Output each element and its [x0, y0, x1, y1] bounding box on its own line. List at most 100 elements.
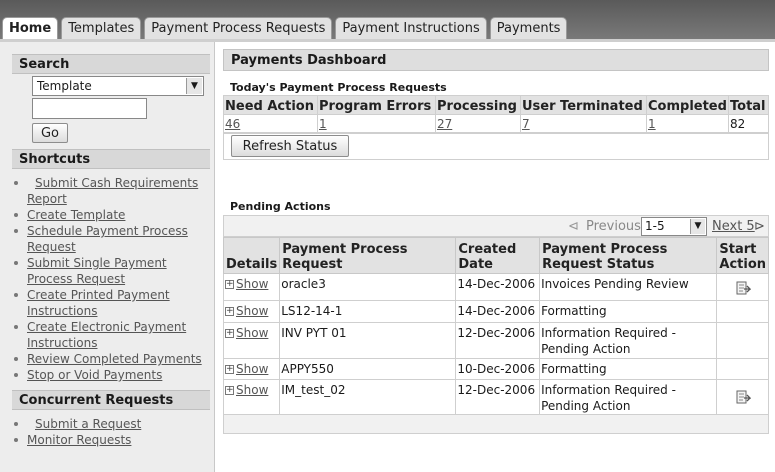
- shortcuts-list: Submit Cash Requirements Report Create T…: [12, 175, 212, 383]
- created-cell: 12-Dec-2006: [455, 379, 541, 416]
- start-action-icon[interactable]: [735, 389, 752, 405]
- start-action-cell: [716, 300, 769, 323]
- start-action-cell: [716, 273, 769, 301]
- summary-cell: 27: [435, 114, 521, 133]
- summary-header-row: Need Action Program Errors Processing Us…: [223, 95, 769, 115]
- total-count: 82: [728, 114, 769, 133]
- expand-icon[interactable]: +: [225, 280, 234, 289]
- tab-payments[interactable]: Payments: [489, 17, 568, 40]
- chevron-down-icon[interactable]: ▼: [690, 219, 705, 234]
- header-created-date: Created Date: [455, 237, 541, 274]
- list-item: Review Completed Payments: [12, 351, 212, 367]
- tab-payment-instructions[interactable]: Payment Instructions: [335, 17, 487, 40]
- search-type-value: Template: [37, 79, 92, 93]
- header-user-terminated: User Terminated: [520, 95, 647, 115]
- status-cell: Invoices Pending Review: [539, 273, 718, 301]
- start-action-cell: [716, 379, 769, 416]
- tab-payment-process-requests[interactable]: Payment Process Requests: [144, 17, 333, 40]
- status-cell: Formatting: [539, 358, 718, 380]
- header-program-errors: Program Errors: [317, 95, 436, 115]
- page-range-select[interactable]: 1-5 ▼: [641, 217, 707, 236]
- created-cell: 10-Dec-2006: [455, 358, 541, 380]
- monitor-requests-link[interactable]: Monitor Requests: [27, 433, 131, 447]
- user-terminated-count-link[interactable]: 7: [522, 117, 530, 131]
- header-details: Details: [222, 237, 281, 274]
- page-title: Payments Dashboard: [223, 49, 769, 71]
- status-cell: Information Required - Pending Action: [539, 379, 718, 416]
- shortcut-submit-single-payment-process-request[interactable]: Submit Single Payment Process Request: [27, 256, 167, 286]
- header-start-action: Start Action: [716, 237, 769, 274]
- list-item: Submit a Request: [12, 416, 212, 432]
- shortcut-review-completed-payments[interactable]: Review Completed Payments: [27, 352, 202, 366]
- show-link[interactable]: Show: [236, 362, 268, 376]
- todays-requests-heading: Today's Payment Process Requests: [230, 81, 447, 94]
- header-total: Total: [728, 95, 769, 115]
- chevron-down-icon[interactable]: ▼: [186, 78, 202, 94]
- start-action-icon[interactable]: [735, 280, 752, 296]
- shortcut-schedule-payment-process-request[interactable]: Schedule Payment Process Request: [27, 224, 188, 254]
- created-cell: 14-Dec-2006: [455, 273, 541, 301]
- expand-icon[interactable]: +: [225, 365, 234, 374]
- status-cell: Information Required - Pending Action: [539, 322, 718, 359]
- submit-request-link[interactable]: Submit a Request: [35, 417, 141, 431]
- summary-cell: 1: [317, 114, 436, 133]
- details-cell: + Show: [222, 273, 281, 301]
- list-item: Schedule Payment Process Request: [12, 223, 212, 255]
- table-row: + Show APPY550 10-Dec-2006 Formatting: [222, 358, 769, 380]
- details-cell: + Show: [222, 300, 281, 323]
- list-item: Submit Cash Requirements Report: [12, 175, 212, 207]
- need-action-count-link[interactable]: 46: [225, 117, 240, 131]
- request-cell: INV PYT 01: [279, 322, 457, 359]
- start-action-cell: [716, 322, 769, 359]
- search-input[interactable]: [32, 98, 147, 119]
- header-processing: Processing: [435, 95, 521, 115]
- details-cell: + Show: [222, 379, 281, 416]
- completed-count-link[interactable]: 1: [648, 117, 656, 131]
- show-link[interactable]: Show: [236, 304, 268, 318]
- table-row: + Show oracle3 14-Dec-2006 Invoices Pendi…: [222, 273, 769, 301]
- table-footer: [223, 414, 769, 434]
- expand-icon[interactable]: +: [225, 307, 234, 316]
- header-need-action: Need Action: [223, 95, 318, 115]
- list-item: Create Printed Payment Instructions: [12, 287, 212, 319]
- header-completed: Completed: [646, 95, 729, 115]
- next-page-link[interactable]: Next 5: [712, 219, 755, 234]
- shortcut-submit-cash-requirements-report[interactable]: Submit Cash Requirements Report: [27, 176, 198, 206]
- refresh-status-button[interactable]: Refresh Status: [231, 135, 349, 157]
- show-link[interactable]: Show: [236, 277, 268, 291]
- tab-templates[interactable]: Templates: [61, 17, 142, 40]
- pending-actions-heading: Pending Actions: [230, 200, 331, 213]
- list-item: Stop or Void Payments: [12, 367, 212, 383]
- concurrent-requests-heading: Concurrent Requests: [12, 390, 210, 410]
- header-request-status: Payment Process Request Status: [539, 237, 718, 274]
- request-cell: APPY550: [279, 358, 457, 380]
- expand-icon[interactable]: +: [225, 329, 234, 338]
- shortcut-create-printed-payment-instructions[interactable]: Create Printed Payment Instructions: [27, 288, 170, 318]
- summary-table: Need Action Program Errors Processing Us…: [223, 95, 769, 133]
- request-cell: oracle3: [279, 273, 457, 301]
- shortcut-stop-or-void-payments[interactable]: Stop or Void Payments: [27, 368, 162, 382]
- expand-icon[interactable]: +: [225, 386, 234, 395]
- processing-count-link[interactable]: 27: [437, 117, 452, 131]
- refresh-bar: Refresh Status: [223, 133, 769, 160]
- summary-cell: 1: [646, 114, 729, 133]
- table-row: + Show LS12-14-1 14-Dec-2006 Formatting: [222, 300, 769, 323]
- go-button[interactable]: Go: [32, 123, 68, 143]
- table-row: + Show IM_test_02 12-Dec-2006 Information…: [222, 379, 769, 416]
- show-link[interactable]: Show: [236, 383, 268, 397]
- details-cell: + Show: [222, 358, 281, 380]
- summary-cell: 46: [223, 114, 318, 133]
- next-arrow-icon[interactable]: ⊳: [754, 219, 765, 234]
- shortcuts-heading: Shortcuts: [12, 149, 210, 169]
- summary-values-row: 46 1 27 7 1 82: [223, 114, 769, 133]
- show-link[interactable]: Show: [236, 326, 268, 340]
- search-type-select[interactable]: Template ▼: [32, 76, 204, 96]
- shortcut-create-electronic-payment-instructions[interactable]: Create Electronic Payment Instructions: [27, 320, 186, 350]
- shortcut-create-template[interactable]: Create Template: [27, 208, 125, 222]
- tab-home[interactable]: Home: [2, 17, 59, 40]
- table-row: + Show INV PYT 01 12-Dec-2006 Information…: [222, 322, 769, 359]
- start-action-cell: [716, 358, 769, 380]
- program-errors-count-link[interactable]: 1: [319, 117, 327, 131]
- status-cell: Formatting: [539, 300, 718, 323]
- list-item: Create Electronic Payment Instructions: [12, 319, 212, 351]
